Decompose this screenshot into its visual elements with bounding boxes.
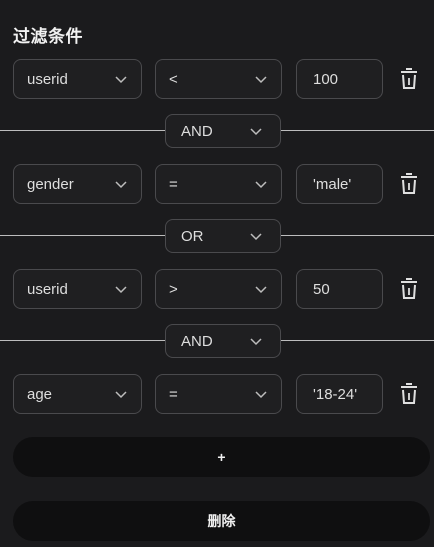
chevron-down-icon — [255, 283, 267, 295]
logic-select[interactable]: AND — [165, 114, 281, 148]
trash-icon[interactable] — [399, 278, 419, 300]
operator-select[interactable]: = — [155, 374, 282, 414]
trash-icon[interactable] — [399, 383, 419, 405]
operator-select-value: > — [169, 280, 178, 298]
chevron-down-icon — [250, 335, 262, 347]
field-select-value: userid — [27, 70, 68, 88]
operator-select[interactable]: < — [155, 59, 282, 99]
condition-row-2: gender = 'male' — [0, 164, 434, 206]
chevron-down-icon — [115, 178, 127, 190]
chevron-down-icon — [115, 388, 127, 400]
logic-connector-1: AND — [0, 114, 434, 148]
chevron-down-icon — [250, 125, 262, 137]
value-input[interactable]: 'male' — [296, 164, 383, 204]
field-select[interactable]: age — [13, 374, 142, 414]
condition-row-4: age = '18-24' — [0, 374, 434, 416]
logic-connector-3: AND — [0, 324, 434, 358]
chevron-down-icon — [115, 73, 127, 85]
delete-button[interactable]: 删除 — [13, 501, 430, 541]
panel-title: 过滤条件 — [13, 27, 83, 46]
divider-line — [0, 235, 165, 236]
logic-select-value: OR — [181, 227, 204, 245]
field-select-value: age — [27, 385, 53, 403]
operator-select[interactable]: = — [155, 164, 282, 204]
logic-select-value: AND — [181, 332, 213, 350]
divider-line — [281, 340, 434, 341]
operator-select-value: = — [169, 175, 178, 193]
field-select[interactable]: gender — [13, 164, 142, 204]
operator-select[interactable]: > — [155, 269, 282, 309]
field-select-value: userid — [27, 280, 68, 298]
logic-select[interactable]: AND — [165, 324, 281, 358]
chevron-down-icon — [115, 283, 127, 295]
trash-icon[interactable] — [399, 68, 419, 90]
divider-line — [0, 340, 165, 341]
trash-icon[interactable] — [399, 173, 419, 195]
chevron-down-icon — [255, 73, 267, 85]
logic-connector-2: OR — [0, 219, 434, 253]
filter-panel: 过滤条件 userid < 100 AND gender = 'male' OR… — [0, 0, 434, 547]
condition-row-1: userid < 100 — [0, 59, 434, 101]
operator-select-value: < — [169, 70, 178, 88]
value-input[interactable]: '18-24' — [296, 374, 383, 414]
divider-line — [281, 235, 434, 236]
chevron-down-icon — [255, 388, 267, 400]
field-select-value: gender — [27, 175, 74, 193]
chevron-down-icon — [255, 178, 267, 190]
field-select[interactable]: userid — [13, 59, 142, 99]
value-input[interactable]: 100 — [296, 59, 383, 99]
divider-line — [281, 130, 434, 131]
logic-select[interactable]: OR — [165, 219, 281, 253]
chevron-down-icon — [250, 230, 262, 242]
operator-select-value: = — [169, 385, 178, 403]
logic-select-value: AND — [181, 122, 213, 140]
condition-row-3: userid > 50 — [0, 269, 434, 311]
value-input[interactable]: 50 — [296, 269, 383, 309]
add-condition-button[interactable]: + — [13, 437, 430, 477]
field-select[interactable]: userid — [13, 269, 142, 309]
divider-line — [0, 130, 165, 131]
